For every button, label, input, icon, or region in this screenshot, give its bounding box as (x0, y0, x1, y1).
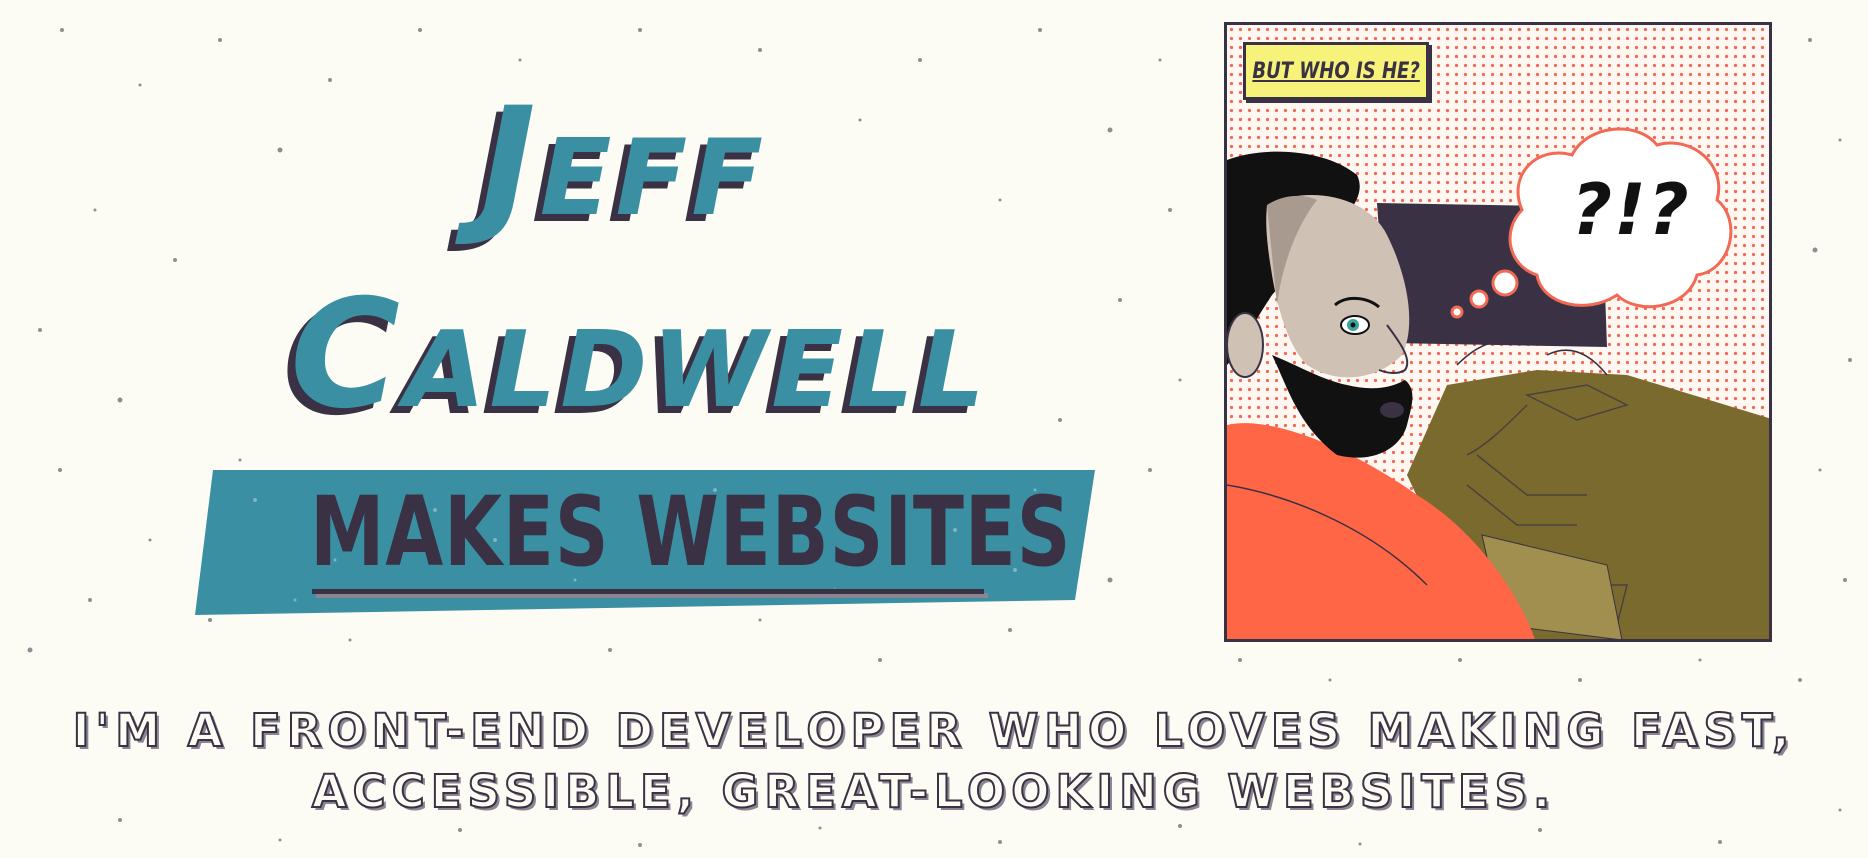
makes-websites-heading: MAKES WEBSITES (310, 476, 1072, 588)
hero-page: Jeff Caldwell MAKES WEBSITES BUT WHO IS … (0, 0, 1868, 858)
thought-bubble-text: ?!? (1571, 169, 1691, 251)
first-name-heading: Jeff (480, 76, 767, 250)
comic-caption-box: BUT WHO IS HE? (1243, 42, 1429, 100)
comic-illustration-art (1227, 127, 1769, 639)
comic-caption-text: BUT WHO IS HE? (1252, 58, 1420, 84)
tagline-line-2: ACCESSIBLE, GREAT-LOOKING WEBSITES. (311, 764, 1557, 819)
comic-panel-illustration: BUT WHO IS HE? ?!? (1224, 22, 1772, 642)
tagline: I'M A FRONT-END DEVELOPER WHO LOVES MAKI… (0, 700, 1868, 822)
makes-websites-underline (312, 589, 984, 594)
last-name-heading: Caldwell (290, 268, 989, 442)
tagline-line-1: I'M A FRONT-END DEVELOPER WHO LOVES MAKI… (72, 703, 1796, 758)
